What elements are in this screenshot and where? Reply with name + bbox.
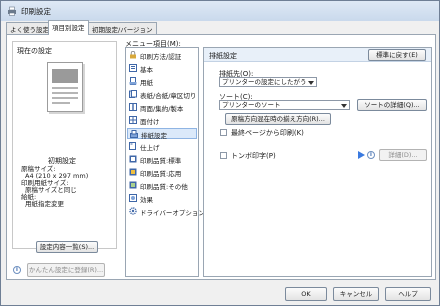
last-page-label: 最終ページから印刷(K) xyxy=(231,129,304,137)
menu-item-label: 仕上げ xyxy=(140,144,160,152)
quality-other-icon xyxy=(129,181,137,189)
output-settings-pane: 排紙設定 標準に戻す(E) 排紙先(O): プリンターの設定にしたがう ソート(… xyxy=(203,47,432,277)
menu-list: 印刷方法/認証 基本 用紙 表紙/合紙/章区切り 両面/集約/製本 面付け 排紙… xyxy=(125,47,205,277)
tab-panel: 現在の設定 初期設定 原稿サイズ: A4 (210 x 297 mm) 印刷用紙… xyxy=(6,34,436,280)
menu-item-finishing[interactable]: 仕上げ xyxy=(127,141,197,152)
menu-item-label: 表紙/合紙/章区切り xyxy=(140,92,197,100)
page-preview xyxy=(47,62,83,112)
quality-advanced-icon xyxy=(129,168,137,176)
chevron-down-icon xyxy=(341,104,347,108)
reset-default-button[interactable]: 標準に戻す(E) xyxy=(368,49,426,61)
ok-button[interactable]: OK xyxy=(285,287,327,301)
section-title: 排紙設定 xyxy=(209,52,237,60)
current-settings-group: 現在の設定 初期設定 原稿サイズ: A4 (210 x 297 mm) 印刷用紙… xyxy=(12,41,117,253)
duplex-icon xyxy=(129,103,137,111)
imposition-icon xyxy=(129,116,137,124)
preview-image-block xyxy=(52,69,78,83)
output-tray-icon xyxy=(130,130,138,138)
print-settings-window: 印刷設定 よく使う設定 項目別設定 初期設定/バージョン 現在の設定 初期設定 … xyxy=(0,0,440,306)
menu-item-label: 印刷品質:応用 xyxy=(140,170,182,178)
menu-item-label: 効果 xyxy=(140,196,153,204)
menu-item-label: 面付け xyxy=(140,118,160,126)
paper-icon xyxy=(129,77,137,85)
preview-text-line xyxy=(52,92,78,94)
quality-standard-icon xyxy=(129,155,137,163)
menu-item-label: 用紙 xyxy=(140,79,153,87)
menu-item-label: 印刷品質:標準 xyxy=(140,157,182,165)
tab-detailed[interactable]: 項目別設定 xyxy=(48,20,89,35)
tab-label: よく使う設定 xyxy=(10,26,49,34)
menu-item-label: 印刷品質:その他 xyxy=(140,183,188,191)
section-header: 排紙設定 標準に戻す(E) xyxy=(204,48,431,62)
menu-item-output[interactable]: 排紙設定 xyxy=(127,128,197,140)
summary-line: 用紙指定変更 xyxy=(25,200,64,208)
play-arrow-icon xyxy=(358,151,365,159)
menu-item-label: 印刷方法/認証 xyxy=(140,53,182,61)
window-title: 印刷設定 xyxy=(21,7,51,16)
tab-label: 初期設定/バージョン xyxy=(92,26,153,34)
chevron-down-icon xyxy=(308,81,314,85)
orientation-alignment-button[interactable]: 原稿方向混在時の揃え方向(R)... xyxy=(225,113,331,125)
menu-item-label: ドライバーオプション xyxy=(140,209,205,217)
preview-text-line xyxy=(52,102,70,104)
tab-frequent[interactable]: よく使う設定 xyxy=(6,22,53,34)
cover-icon xyxy=(129,90,137,98)
menu-item-cover[interactable]: 表紙/合紙/章区切り xyxy=(127,89,197,100)
menu-item-quality-standard[interactable]: 印刷品質:標準 xyxy=(127,154,197,165)
menu-item-label: 両面/集約/製本 xyxy=(140,105,184,113)
menu-item-quality-other[interactable]: 印刷品質:その他 xyxy=(127,180,197,191)
menu-item-duplex[interactable]: 両面/集約/製本 xyxy=(127,102,197,113)
menu-item-quality-advanced[interactable]: 印刷品質:応用 xyxy=(127,167,197,178)
destination-select[interactable]: プリンターの設定にしたがう xyxy=(219,77,317,87)
effect-icon xyxy=(129,194,137,202)
banner-label: トンボ印字(P) xyxy=(231,152,276,160)
info-icon: i xyxy=(367,151,375,159)
last-page-checkbox[interactable] xyxy=(220,129,227,136)
menu-item-imposition[interactable]: 面付け xyxy=(127,115,197,126)
tab-defaults-version[interactable]: 初期設定/バージョン xyxy=(88,22,157,34)
register-preset-button[interactable]: かんたん設定に登録(R)... xyxy=(27,263,105,277)
title-bar: 印刷設定 xyxy=(1,1,439,21)
sort-value: プリンターのソート xyxy=(222,101,281,109)
tab-label: 項目別設定 xyxy=(52,24,85,32)
menu-item-print-method[interactable]: 印刷方法/認証 xyxy=(127,50,197,61)
menu-item-paper[interactable]: 用紙 xyxy=(127,76,197,87)
lock-icon xyxy=(130,51,136,59)
menu-item-label: 排紙設定 xyxy=(141,132,167,140)
menu-item-driver-options[interactable]: ドライバーオプション xyxy=(127,206,205,217)
banner-checkbox[interactable] xyxy=(220,152,227,159)
current-settings-heading: 現在の設定 xyxy=(17,47,52,55)
printer-icon xyxy=(8,6,16,16)
cancel-button[interactable]: キャンセル xyxy=(333,287,379,301)
info-icon: i xyxy=(13,266,21,274)
detail-button[interactable]: 詳細(D)... xyxy=(379,149,427,161)
menu-item-effect[interactable]: 効果 xyxy=(127,193,197,204)
menu-item-label: 基本 xyxy=(140,66,153,74)
basic-settings-icon xyxy=(129,64,137,72)
menu-item-basic[interactable]: 基本 xyxy=(127,63,197,74)
finishing-icon xyxy=(129,142,136,150)
preview-text-line xyxy=(52,87,78,89)
gear-icon xyxy=(129,207,137,215)
destination-value: プリンターの設定にしたがう xyxy=(222,78,307,86)
sort-select[interactable]: プリンターのソート xyxy=(219,100,350,110)
settings-list-button[interactable]: 設定内容一覧(S)... xyxy=(36,241,98,253)
sort-detail-button[interactable]: ソートの詳細(Q)... xyxy=(357,99,427,111)
preview-text-line xyxy=(52,97,78,99)
help-button[interactable]: ヘルプ xyxy=(385,287,431,301)
settings-summary: 原稿サイズ: A4 (210 x 297 mm) 印刷用紙サイズ: 原稿サイズと… xyxy=(21,166,88,208)
